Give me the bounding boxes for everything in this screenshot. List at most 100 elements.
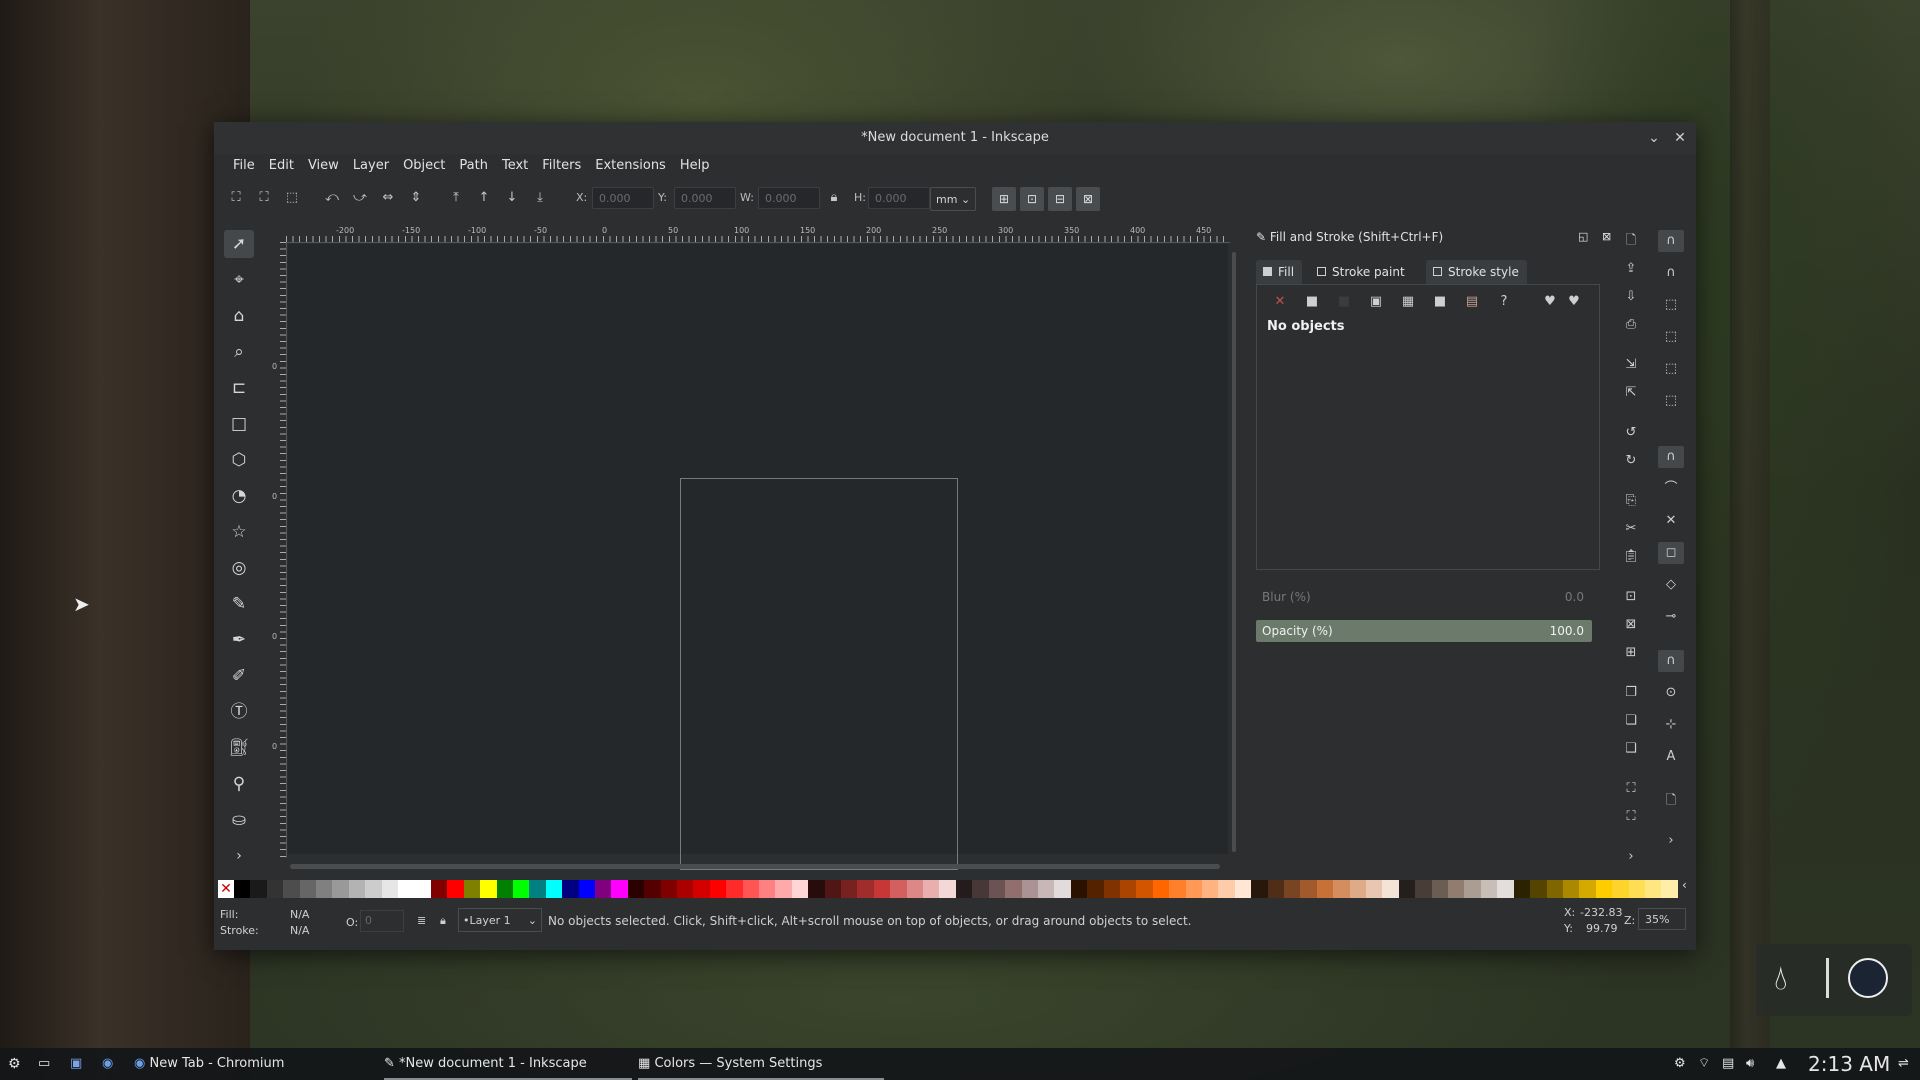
clipboard-icon[interactable]: ▤ — [1722, 1048, 1734, 1080]
selector-tool-icon[interactable]: ➚ — [224, 230, 254, 258]
palette-swatch[interactable] — [988, 880, 1006, 898]
h-field[interactable]: 0.000 — [868, 187, 930, 209]
calligraphy-tool-icon[interactable]: ✐ — [224, 662, 254, 690]
lock-ratio-icon[interactable]: 🔒︎ — [824, 188, 844, 208]
swatch-icon[interactable]: ■ — [1431, 293, 1449, 311]
palette-swatch[interactable] — [348, 880, 366, 898]
zoom-selection-icon[interactable]: ⊡ — [1618, 586, 1644, 608]
horizontal-scrollbar[interactable] — [290, 864, 1220, 869]
palette-swatch[interactable] — [512, 880, 530, 898]
snap-cusp-nodes-icon[interactable]: ◻ — [1658, 542, 1684, 564]
file-manager-icon[interactable]: ▣ — [70, 1048, 82, 1080]
dialog-close-icon[interactable]: ⊠ — [1602, 226, 1611, 248]
snap-midpoints-icon[interactable]: ⊸ — [1658, 606, 1684, 628]
snap-rotation-center-icon[interactable]: ⊹ — [1658, 714, 1684, 736]
tray-expand-icon[interactable]: ▲ — [1776, 1048, 1786, 1080]
palette-swatch[interactable] — [1234, 880, 1252, 898]
palette-swatch[interactable] — [1005, 880, 1022, 898]
volume-icon[interactable]: 🔊︎ — [1746, 1048, 1754, 1080]
unset-paint-icon[interactable]: ▤ — [1463, 293, 1481, 311]
copy-icon[interactable]: ⎘ — [1618, 490, 1644, 512]
palette-swatch[interactable] — [857, 880, 874, 898]
palette-swatch[interactable] — [1169, 880, 1186, 898]
snap-smooth-nodes-icon[interactable]: ◇ — [1658, 574, 1684, 596]
snap-others-icon[interactable]: ∩ — [1658, 650, 1684, 672]
menu-path[interactable]: Path — [452, 154, 495, 178]
palette-swatch[interactable] — [808, 880, 825, 898]
rectangle-tool-icon[interactable]: □ — [224, 410, 254, 438]
palette-swatch[interactable] — [266, 880, 284, 898]
drop-icon[interactable]: 💧︎ — [1774, 958, 1788, 998]
raise-to-top-icon[interactable]: ⤒ — [446, 188, 466, 208]
ungroup-icon[interactable]: ⛶ — [1618, 806, 1644, 828]
export-icon[interactable]: ⇱ — [1618, 382, 1644, 404]
palette-swatch[interactable] — [545, 880, 563, 898]
redo-icon[interactable]: ↻ — [1618, 450, 1644, 472]
palette-swatch[interactable] — [1087, 880, 1104, 898]
group-icon[interactable]: ⛶ — [1618, 778, 1644, 800]
text-tool-icon[interactable]: Ⓣ — [224, 698, 254, 726]
opacity-slider[interactable]: Opacity (%) 100.0 — [1256, 620, 1592, 642]
select-all-layers-icon[interactable]: ⛶ — [254, 188, 274, 208]
palette-swatch[interactable] — [1136, 880, 1153, 898]
palette-swatch[interactable] — [430, 880, 448, 898]
palette-swatch[interactable] — [1267, 880, 1284, 898]
menu-help[interactable]: Help — [673, 154, 717, 178]
spiral-tool-icon[interactable]: ◎ — [224, 554, 254, 582]
snap-bbox-edges-icon[interactable]: ⬚ — [1658, 294, 1684, 316]
palette-swatch[interactable] — [1612, 880, 1629, 898]
scale-corners-icon[interactable]: ⊡ — [1020, 187, 1044, 211]
palette-swatch[interactable] — [1349, 880, 1367, 898]
pattern-icon[interactable]: ▦ — [1399, 293, 1417, 311]
minimize-icon[interactable]: ⌄ — [1644, 128, 1664, 148]
layer-select[interactable]: •Layer 1 ⌄ — [458, 908, 542, 932]
palette-swatch[interactable] — [283, 880, 300, 898]
open-icon[interactable]: ⇪ — [1618, 258, 1644, 280]
tab-stroke-style[interactable]: Stroke style — [1426, 260, 1527, 284]
palette-swatch[interactable] — [1480, 880, 1498, 898]
task-chromium[interactable]: ◉ New Tab - Chromium — [134, 1048, 284, 1080]
zoom-page-icon[interactable]: ⊞ — [1618, 642, 1644, 664]
w-field[interactable]: 0.000 — [758, 187, 820, 209]
flip-horizontal-icon[interactable]: ⇔ — [378, 188, 398, 208]
palette-swatch[interactable] — [676, 880, 694, 898]
palette-swatch[interactable] — [627, 880, 645, 898]
palette-swatch[interactable] — [693, 880, 710, 898]
palette-swatch[interactable] — [447, 880, 464, 898]
palette-swatch[interactable] — [726, 880, 743, 898]
clock[interactable]: 2:13 AM — [1808, 1048, 1890, 1080]
palette-swatch[interactable] — [1333, 880, 1350, 898]
cut-icon[interactable]: ✂ — [1618, 518, 1644, 540]
3d-box-tool-icon[interactable]: ⬡ — [224, 446, 254, 474]
deselect-icon[interactable]: ⬚ — [282, 188, 302, 208]
flip-vertical-icon[interactable]: ⇕ — [406, 188, 426, 208]
palette-swatch[interactable] — [759, 880, 776, 898]
palette-swatch[interactable] — [463, 880, 481, 898]
palette-swatch[interactable] — [1152, 880, 1170, 898]
palette-swatch[interactable] — [1070, 880, 1088, 898]
rotate-ccw-icon[interactable]: ⤺ — [322, 188, 342, 208]
wifi-icon[interactable]: ⌔ — [1698, 1048, 1710, 1080]
palette-swatch[interactable] — [1464, 880, 1481, 898]
palette-swatch[interactable] — [1530, 880, 1547, 898]
palette-swatch[interactable] — [775, 880, 792, 898]
fill-rule-evenodd-icon[interactable]: ♥ — [1541, 293, 1559, 311]
print-icon[interactable]: ⎙ — [1618, 314, 1644, 336]
zoom-tool-icon[interactable]: ⌕ — [224, 338, 254, 366]
palette-swatch[interactable] — [742, 880, 759, 898]
x-field[interactable]: 0.000 — [592, 187, 654, 209]
snap-paths-icon[interactable]: ⌒ — [1658, 478, 1684, 500]
unit-select[interactable]: mm ⌄ — [930, 187, 976, 211]
snap-more-chevron-icon[interactable]: › — [1658, 830, 1684, 852]
menu-object[interactable]: Object — [396, 154, 452, 178]
palette-swatch[interactable] — [841, 880, 858, 898]
palette-swatch[interactable] — [398, 880, 415, 898]
scale-stroke-icon[interactable]: ⊞ — [992, 187, 1016, 211]
measure-tool-icon[interactable]: ⊏ — [224, 374, 254, 402]
palette-swatch[interactable] — [1628, 880, 1645, 898]
palette-swatch[interactable] — [1218, 880, 1235, 898]
snap-bbox-midpoints-icon[interactable]: ⬚ — [1658, 358, 1684, 380]
document-page[interactable] — [680, 478, 958, 870]
palette-menu-icon[interactable]: ‹ — [1682, 878, 1687, 892]
palette-swatch[interactable] — [1497, 880, 1514, 898]
